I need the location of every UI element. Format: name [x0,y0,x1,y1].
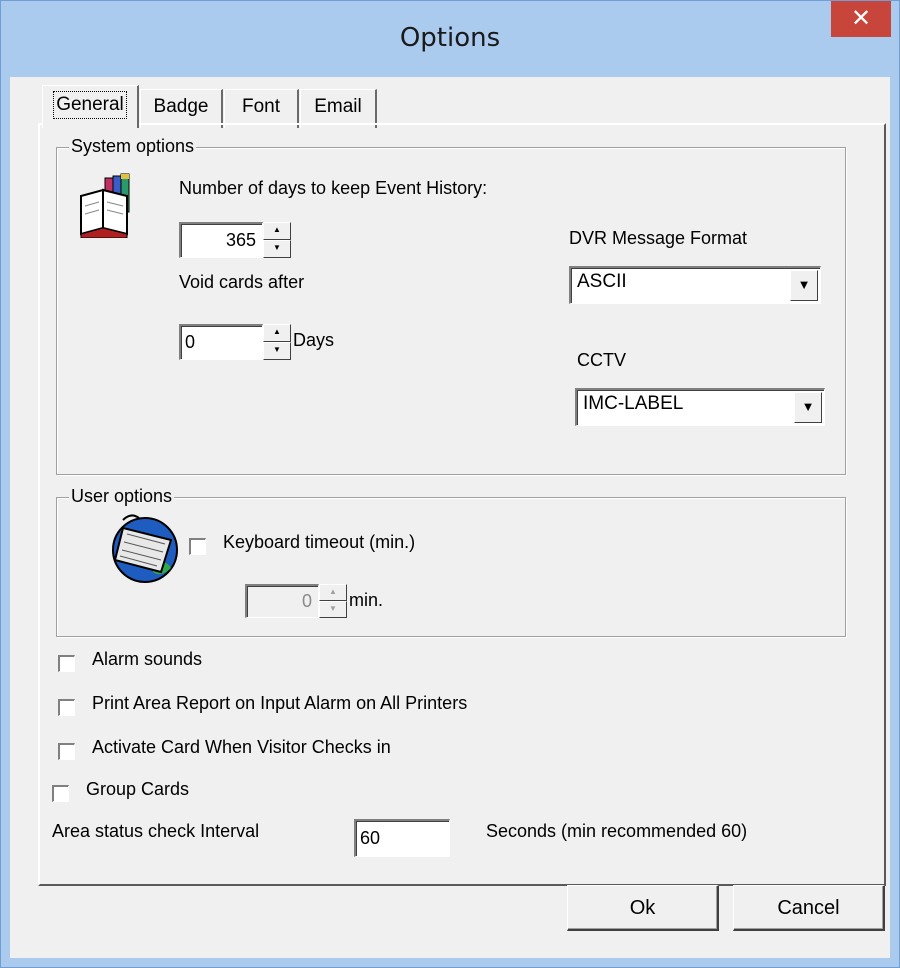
cancel-button[interactable]: Cancel [733,885,885,931]
system-options-group: System options Number of days to keep Ev… [56,136,846,475]
system-options-title: System options [69,136,197,157]
tab-email-label: Email [314,96,362,117]
timeout-unit: min. [349,590,384,610]
group-cards-checkbox[interactable] [52,785,69,802]
options-window: Options ✕ General Badge Font Email Syste… [0,0,900,968]
keyboard-globe-icon [112,514,178,583]
chevron-down-icon[interactable]: ▼ [794,392,822,423]
tab-font-label: Font [241,96,281,117]
print-area-report-label: Print Area Report on Input Alarm on All … [92,693,468,713]
general-tab-panel: System options Number of days to keep Ev… [38,123,886,886]
alarm-sounds-label: Alarm sounds [92,649,203,669]
activate-card-checkbox[interactable] [58,743,75,760]
event-history-spinner[interactable]: ▲ ▼ [263,222,291,258]
void-cards-days-input[interactable]: 0 [179,324,263,360]
window-title: Options [399,23,501,53]
dvr-format-select[interactable]: ASCII ▼ [569,266,821,304]
event-history-days-input[interactable]: 365 [179,222,263,258]
spin-down-icon[interactable]: ▼ [319,601,347,618]
ok-button[interactable]: Ok [567,885,719,931]
cctv-label: CCTV [577,350,626,370]
cctv-value: IMC-LABEL [583,393,684,414]
close-button[interactable]: ✕ [831,1,891,37]
spin-down-icon[interactable]: ▼ [263,342,291,360]
cctv-select[interactable]: IMC-LABEL ▼ [575,388,825,426]
book-icon [80,173,130,238]
user-options-group: User options Keyboard timeout (min.) 0 ▲… [56,486,846,637]
keyboard-timeout-checkbox[interactable] [189,538,206,555]
alarm-sounds-checkbox[interactable] [58,655,75,672]
activate-card-label: Activate Card When Visitor Checks in [92,737,391,757]
keyboard-timeout-input[interactable]: 0 [245,584,319,618]
area-status-interval-input[interactable]: 60 [354,819,450,857]
dvr-format-label: DVR Message Format [569,228,748,248]
spin-down-icon[interactable]: ▼ [263,240,291,258]
spin-up-icon[interactable]: ▲ [263,222,291,240]
tab-badge-label: Badge [153,96,209,117]
void-cards-label: Void cards after [179,272,305,292]
void-days-unit: Days [293,330,335,350]
print-area-report-checkbox[interactable] [58,699,75,716]
dialog-client: General Badge Font Email System options [10,77,890,958]
keyboard-timeout-spinner[interactable]: ▲ ▼ [319,584,347,618]
spin-up-icon[interactable]: ▲ [319,584,347,601]
keyboard-timeout-label: Keyboard timeout (min.) [223,532,416,552]
user-options-title: User options [69,486,175,507]
area-status-hint: Seconds (min recommended 60) [486,821,748,841]
close-icon: ✕ [850,4,872,32]
title-bar[interactable]: Options ✕ [1,1,899,77]
tab-general[interactable]: General [42,85,139,128]
area-status-label: Area status check Interval [52,821,260,841]
dvr-format-value: ASCII [577,271,627,292]
group-cards-label: Group Cards [86,779,190,799]
event-history-label: Number of days to keep Event History: [179,178,488,198]
void-cards-spinner[interactable]: ▲ ▼ [263,324,291,360]
chevron-down-icon[interactable]: ▼ [790,270,818,301]
spin-up-icon[interactable]: ▲ [263,324,291,342]
tab-general-label: General [52,90,128,120]
